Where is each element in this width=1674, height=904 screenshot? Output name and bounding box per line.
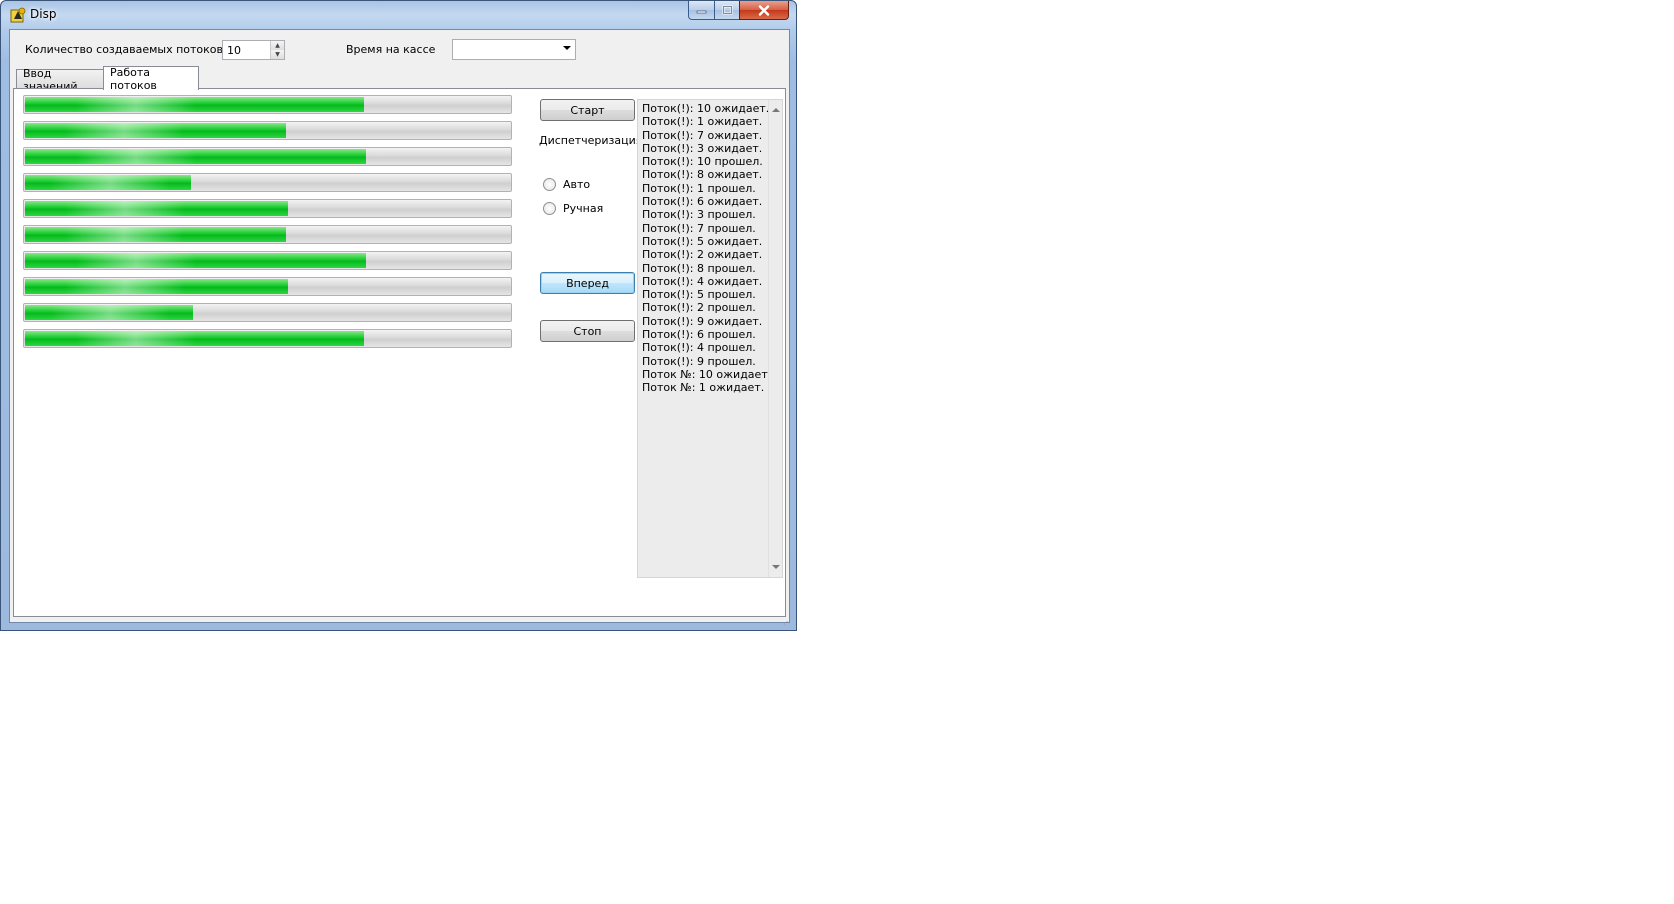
minimize-icon [696,10,707,14]
forward-button-label: Вперед [566,276,609,290]
log-line[interactable]: Поток №: 1 ожидает. [642,381,771,394]
log-line[interactable]: Поток(!): 2 прошел. [642,301,771,314]
log-lines: Поток(!): 10 ожидает. Поток(!): 1 ожидает… [642,102,771,395]
log-line[interactable]: Поток(!): 8 ожидает. [642,168,771,181]
radio-auto[interactable] [543,178,556,191]
start-button-label: Старт [570,103,605,117]
dispatch-label: Диспетчеризация [539,134,643,147]
log-line[interactable]: Поток(!): 7 прошел. [642,222,771,235]
log-scrollbar[interactable] [768,100,782,577]
progress-fill [25,201,289,216]
thread-progress-bar [23,121,512,140]
start-button[interactable]: Старт [540,99,635,121]
window-title: Disp [30,7,57,21]
log-line[interactable]: Поток(!): 1 прошел. [642,182,771,195]
app-window: Disp Количество создаваемых потоков 10 ▲… [0,0,797,631]
minimize-button[interactable] [688,1,715,20]
thread-progress-bar [23,95,512,114]
tab-panel-threads: Старт Диспетчеризация Авто Ручная Вперед… [13,88,786,617]
thread-progress-bar [23,147,512,166]
log-line[interactable]: Поток(!): 6 прошел. [642,328,771,341]
radio-manual-label[interactable]: Ручная [563,202,603,215]
scroll-down-icon[interactable] [772,565,780,569]
log-line[interactable]: Поток(!): 9 прошел. [642,355,771,368]
tab-threads[interactable]: Работа потоков [103,65,199,92]
log-line[interactable]: Поток №: 10 ожидает. [642,368,771,381]
forward-button[interactable]: Вперед [540,272,635,294]
close-icon [758,4,770,16]
progress-fill [25,305,194,320]
spin-up-button[interactable]: ▲ [270,41,284,50]
log-line[interactable]: Поток(!): 4 ожидает. [642,275,771,288]
progress-fill [25,123,286,138]
log-line[interactable]: Поток(!): 3 ожидает. [642,142,771,155]
log-line[interactable]: Поток(!): 5 ожидает. [642,235,771,248]
progress-fill [25,227,286,242]
maximize-icon [722,5,732,15]
progress-fill [25,149,367,164]
tab-threads-label: Работа потоков [110,65,157,92]
radio-manual[interactable] [543,202,556,215]
log-line[interactable]: Поток(!): 10 прошел. [642,155,771,168]
thread-progress-bar [23,173,512,192]
radio-auto-label[interactable]: Авто [563,178,590,191]
log-line[interactable]: Поток(!): 2 ожидает. [642,248,771,261]
thread-count-value[interactable]: 10 [227,44,241,57]
progress-fill [25,253,367,268]
client-area: Количество создаваемых потоков 10 ▲ ▼ Вр… [9,29,790,623]
cashier-time-dropdown[interactable] [452,39,576,60]
log-line[interactable]: Поток(!): 7 ожидает. [642,129,771,142]
tab-values[interactable]: Ввод значений [16,67,105,93]
title-bar[interactable]: Disp [1,1,796,29]
scroll-up-icon[interactable] [772,108,780,112]
log-line[interactable]: Поток(!): 6 ожидает. [642,195,771,208]
progress-fill [25,279,289,294]
dropdown-arrow-icon[interactable] [563,46,571,50]
log-listbox[interactable]: Поток(!): 10 ожидает. Поток(!): 1 ожидает… [637,99,783,578]
log-line[interactable]: Поток(!): 1 ожидает. [642,115,771,128]
app-icon [10,7,26,23]
spin-down-button[interactable]: ▼ [270,50,284,59]
thread-progress-bar [23,199,512,218]
log-line[interactable]: Поток(!): 4 прошел. [642,341,771,354]
thread-progress-bar [23,251,512,270]
thread-count-stepper[interactable]: 10 ▲ ▼ [222,40,285,60]
chevron-up-icon: ▲ [275,42,280,49]
log-line[interactable]: Поток(!): 10 ожидает. [642,102,771,115]
thread-count-label: Количество создаваемых потоков [25,43,224,56]
log-line[interactable]: Поток(!): 9 ожидает. [642,315,771,328]
progress-fill [25,97,364,112]
stop-button-label: Стоп [573,324,602,338]
progress-fill [25,175,191,190]
progress-fill [25,331,364,346]
chevron-down-icon: ▼ [275,51,280,58]
cashier-time-label: Время на кассе [346,43,436,56]
maximize-button[interactable] [714,1,740,20]
thread-progress-bar [23,329,512,348]
stop-button[interactable]: Стоп [540,320,635,342]
thread-progress-bar [23,225,512,244]
log-line[interactable]: Поток(!): 5 прошел. [642,288,771,301]
log-line[interactable]: Поток(!): 3 прошел. [642,208,771,221]
thread-progress-bar [23,303,512,322]
progress-bar-list [23,95,512,355]
thread-progress-bar [23,277,512,296]
resize-grip-icon[interactable]: ⋰ [783,617,793,627]
log-line[interactable]: Поток(!): 8 прошел. [642,262,771,275]
close-button[interactable] [739,1,789,20]
